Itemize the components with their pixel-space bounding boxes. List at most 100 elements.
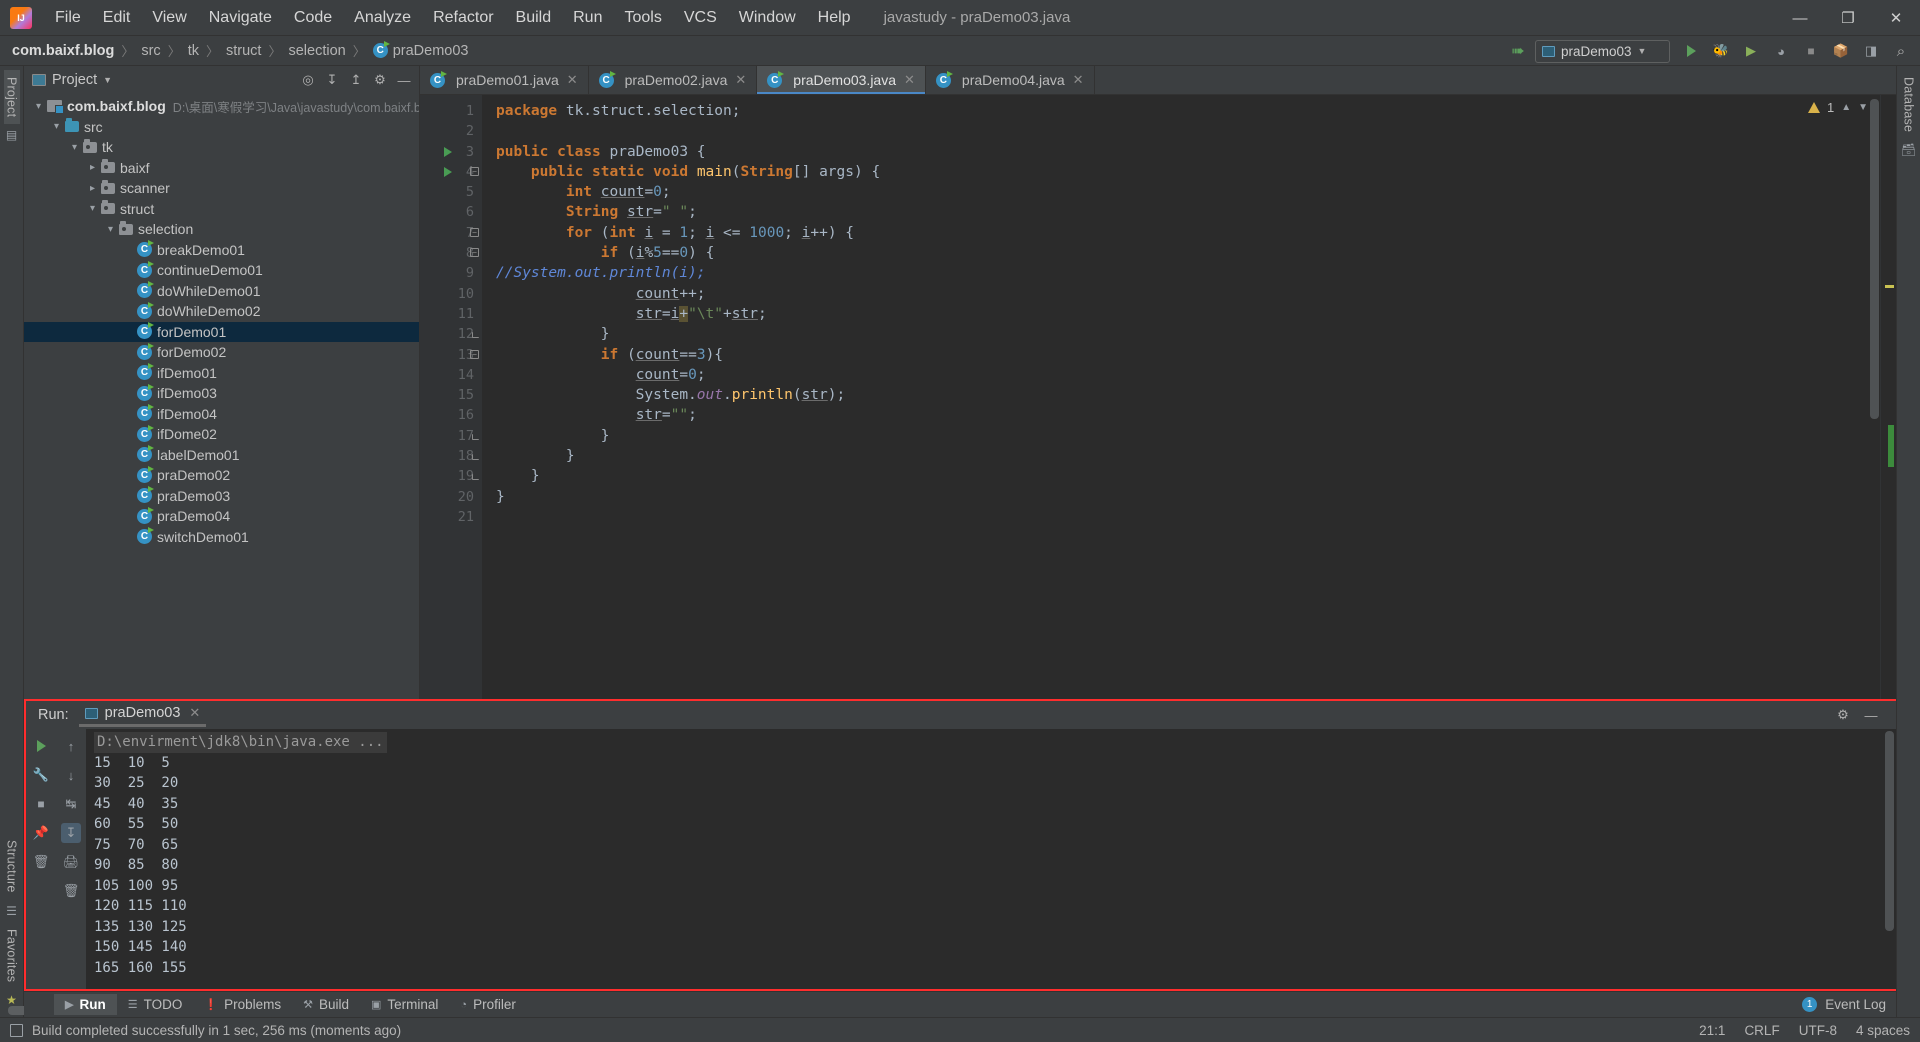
file-encoding[interactable]: UTF-8	[1799, 1023, 1837, 1038]
breadcrumb-item-selection[interactable]: selection	[288, 43, 345, 59]
gutter-line-3[interactable]: 3	[420, 142, 482, 162]
code-line-21[interactable]	[496, 507, 1880, 527]
tree-node-com.baixf.blog[interactable]: ▾ com.baixf.blog D:\桌面\寒假学习\Java\javastudy…	[24, 96, 419, 117]
rail-item-database[interactable]: Database	[1901, 70, 1917, 139]
bottom-tab-terminal[interactable]: ▣ Terminal	[360, 994, 449, 1015]
editor-tab-praDemo01.java[interactable]: CpraDemo01.java ✕	[420, 66, 589, 94]
menu-item-refactor[interactable]: Refactor	[422, 4, 504, 32]
code-line-16[interactable]: str="";	[496, 405, 1880, 425]
editor-vertical-scrollbar[interactable]	[1870, 95, 1879, 699]
code-line-5[interactable]: int count=0;	[496, 182, 1880, 202]
rail-item-project[interactable]: Project	[3, 70, 20, 125]
print-icon[interactable]: 🖨	[61, 852, 81, 872]
minimize-button[interactable]: —	[1776, 0, 1824, 36]
project-tree[interactable]: ▾ com.baixf.blog D:\桌面\寒假学习\Java\javastudy…	[24, 94, 419, 699]
stripe-warning-marker[interactable]	[1885, 285, 1894, 288]
minimize-icon[interactable]: —	[1860, 704, 1882, 726]
bottom-tab-build[interactable]: ⚒ Build	[292, 994, 360, 1015]
gutter-line-21[interactable]: 21	[420, 507, 482, 527]
fold-marker-icon[interactable]: −	[470, 349, 479, 359]
menu-item-view[interactable]: View	[141, 4, 197, 32]
wrench-icon[interactable]: 🔧	[31, 765, 51, 785]
scroll-thumb[interactable]	[1870, 99, 1879, 419]
close-button[interactable]: ✕	[1872, 0, 1920, 36]
editor-gutter[interactable]: 1 2 3 4−5 6 7−8−9 10 11 12 13−14 15 16 17 18 19 20 21	[420, 95, 482, 699]
menu-item-analyze[interactable]: Analyze	[343, 4, 422, 32]
code-line-4[interactable]: public static void main(String[] args) {	[496, 162, 1880, 182]
chevron-right-icon[interactable]: ▸	[84, 162, 101, 173]
tree-node-ifDemo03[interactable]: CifDemo03	[24, 383, 419, 404]
code-line-17[interactable]: }	[496, 426, 1880, 446]
tree-node-ifDome02[interactable]: CifDome02	[24, 424, 419, 445]
gutter-line-17[interactable]: 17	[420, 426, 482, 446]
maximize-button[interactable]: ❐	[1824, 0, 1872, 36]
code-line-19[interactable]: }	[496, 466, 1880, 486]
inspection-widget[interactable]: 1 ▲ ▼	[1807, 100, 1868, 115]
editor-tab-praDemo02.java[interactable]: CpraDemo02.java ✕	[589, 66, 758, 94]
gutter-line-1[interactable]: 1	[420, 101, 482, 121]
gutter-line-8[interactable]: 8−	[420, 243, 482, 263]
layout-icon[interactable]: ◨	[1858, 39, 1884, 63]
code-line-11[interactable]: str=i+"\t"+str;	[496, 304, 1880, 324]
fold-marker-icon[interactable]	[472, 474, 479, 481]
tree-node-praDemo03[interactable]: CpraDemo03	[24, 486, 419, 507]
tree-node-src[interactable]: ▾ src	[24, 117, 419, 138]
breadcrumb-item-src[interactable]: src	[141, 43, 160, 59]
menu-item-vcs[interactable]: VCS	[673, 4, 728, 32]
code-content[interactable]: package tk.struct.selection; public clas…	[482, 95, 1880, 699]
line-separator[interactable]: CRLF	[1744, 1023, 1779, 1038]
code-line-2[interactable]	[496, 121, 1880, 141]
gutter-line-9[interactable]: 9	[420, 263, 482, 283]
breadcrumb-item-struct[interactable]: struct	[226, 43, 261, 59]
tree-node-tk[interactable]: ▾ tk	[24, 137, 419, 158]
gutter-line-19[interactable]: 19	[420, 466, 482, 486]
run-configuration-selector[interactable]: praDemo03 ▼	[1535, 39, 1670, 63]
stop-icon[interactable]: ■	[31, 794, 51, 814]
tree-node-forDemo02[interactable]: CforDemo02	[24, 342, 419, 363]
fold-marker-icon[interactable]: −	[470, 227, 479, 237]
bottom-tab-run[interactable]: ▶ Run	[54, 994, 117, 1015]
trash-icon[interactable]: 🗑	[31, 852, 51, 872]
indent-setting[interactable]: 4 spaces	[1856, 1023, 1910, 1038]
breadcrumb-item-praDemo03[interactable]: CpraDemo03	[372, 41, 468, 59]
tree-node-switchDemo01[interactable]: CswitchDemo01	[24, 527, 419, 548]
rail-item-structure[interactable]: Structure	[4, 833, 20, 900]
menu-item-help[interactable]: Help	[807, 4, 862, 32]
gutter-line-13[interactable]: 13−	[420, 345, 482, 365]
chevron-down-icon[interactable]: ▾	[30, 101, 47, 112]
console-output[interactable]: D:\envirment\jdk8\bin\java.exe ... 15 10 …	[86, 729, 1896, 989]
gutter-line-16[interactable]: 16	[420, 405, 482, 425]
tree-node-breakDemo01[interactable]: CbreakDemo01	[24, 240, 419, 261]
menu-item-code[interactable]: Code	[283, 4, 343, 32]
code-line-10[interactable]: count++;	[496, 284, 1880, 304]
gutter-run-icon[interactable]	[444, 146, 452, 157]
breadcrumb-item-tk[interactable]: tk	[188, 43, 199, 59]
chevron-up-icon[interactable]: ▲	[1841, 102, 1851, 113]
menu-item-file[interactable]: File	[44, 4, 92, 32]
gutter-line-14[interactable]: 14	[420, 365, 482, 385]
gear-icon[interactable]: ⚙	[1832, 704, 1854, 726]
tree-node-forDemo01[interactable]: CforDemo01	[24, 321, 419, 342]
chevron-down-icon[interactable]: ▾	[48, 121, 65, 132]
error-stripe[interactable]	[1880, 95, 1896, 699]
tree-node-struct[interactable]: ▾ struct	[24, 199, 419, 220]
gutter-line-15[interactable]: 15	[420, 385, 482, 405]
gutter-line-20[interactable]: 20	[420, 487, 482, 507]
collapse-all-icon[interactable]: ↥	[345, 69, 367, 91]
chevron-down-icon[interactable]: ▾	[84, 203, 101, 214]
chevron-down-icon[interactable]: ▾	[66, 142, 83, 153]
chevron-down-icon[interactable]: ▼	[1858, 102, 1868, 113]
profile-icon[interactable]: ◕	[1768, 39, 1794, 63]
code-line-9[interactable]: //System.out.println(i);	[496, 263, 1880, 283]
menu-item-navigate[interactable]: Navigate	[198, 4, 283, 32]
code-line-14[interactable]: count=0;	[496, 365, 1880, 385]
bottom-tab-profiler[interactable]: ◔ Profiler	[449, 994, 526, 1015]
locate-icon[interactable]: ◎	[297, 69, 319, 91]
rail-item-favorites[interactable]: Favorites	[4, 922, 20, 989]
project-panel-title-group[interactable]: Project ▼	[32, 72, 112, 88]
scroll-down-icon[interactable]: ↓	[61, 765, 81, 785]
tree-node-scanner[interactable]: ▸ scanner	[24, 178, 419, 199]
tree-node-baixf[interactable]: ▸ baixf	[24, 158, 419, 179]
code-line-12[interactable]: }	[496, 324, 1880, 344]
close-icon[interactable]: ✕	[735, 72, 746, 88]
